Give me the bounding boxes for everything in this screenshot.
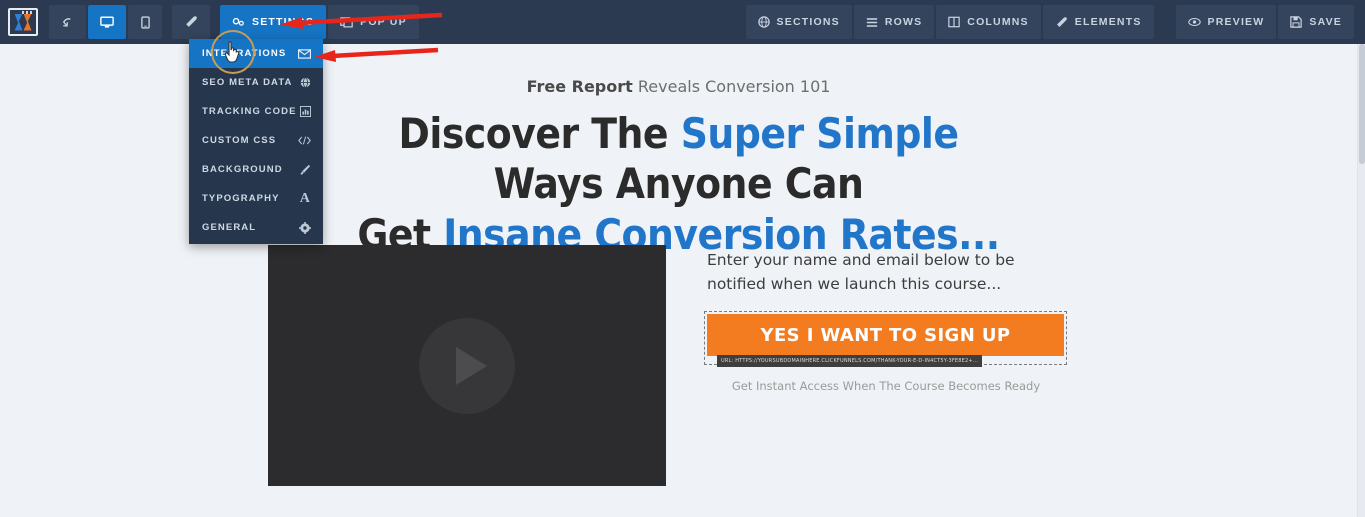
menu-item-seo-meta-data[interactable]: SEO META DATA [189, 68, 323, 97]
bar-chart-icon [300, 106, 311, 117]
sections-button-label: SECTIONS [776, 16, 840, 28]
menu-item-tracking-code[interactable]: TRACKING CODE [189, 97, 323, 126]
preview-button-label: PREVIEW [1207, 16, 1265, 28]
magic-wand-icon [184, 15, 198, 29]
letter-a-icon: A [299, 190, 311, 206]
logo-funnel-blue [14, 13, 23, 31]
columns-icon [948, 16, 961, 28]
menu-item-general[interactable]: GENERAL [189, 213, 323, 242]
logo-container[interactable] [0, 0, 40, 44]
eye-icon [1187, 17, 1201, 27]
desktop-view-button[interactable] [88, 5, 126, 39]
clickfunnels-logo[interactable] [8, 8, 38, 36]
code-icon [298, 135, 311, 146]
magic-wand-button[interactable] [172, 5, 210, 39]
magic-wand-icon [1055, 16, 1068, 29]
video-player[interactable] [268, 245, 666, 486]
menu-item-label: SEO META DATA [202, 77, 293, 88]
save-button[interactable]: SAVE [1278, 5, 1354, 39]
popup-tab[interactable]: POP UP [328, 5, 419, 39]
headline-text: Ways Anyone Can [493, 159, 864, 209]
logo-funnel-orange [23, 13, 32, 31]
globe-icon [757, 16, 770, 28]
columns-button[interactable]: COLUMNS [936, 5, 1041, 39]
sections-button[interactable]: SECTIONS [745, 5, 852, 39]
action-buttons-group: PREVIEW SAVE [1175, 0, 1355, 44]
form-lead-text: Enter your name and email below to be no… [707, 251, 1015, 294]
menu-item-label: BACKGROUND [202, 164, 283, 175]
settings-tab[interactable]: SETTINGS [220, 5, 327, 39]
preheadline-rest: Reveals Conversion 101 [632, 77, 831, 96]
scrollbar-thumb[interactable] [1359, 44, 1365, 164]
rows-button-label: ROWS [884, 16, 923, 28]
settings-dropdown-menu: INTEGRATIONS SEO META DATA TRACKING CODE… [189, 39, 323, 244]
play-triangle-icon [456, 346, 487, 385]
optin-form-column: Enter your name and email below to be no… [704, 248, 1067, 394]
settings-gears-icon [232, 16, 245, 28]
toolbar-right-group: SECTIONS ROWS COLUMNS ELEMENTS PREVIEW S… [737, 0, 1365, 44]
mobile-view-button[interactable] [128, 5, 162, 39]
rows-icon [866, 17, 878, 28]
settings-tab-label: SETTINGS [252, 16, 315, 28]
elements-button-label: ELEMENTS [1074, 16, 1142, 28]
gear-icon [299, 221, 311, 234]
undo-button[interactable] [49, 5, 86, 39]
wand-tool-group [171, 0, 211, 44]
toolbar-divider [1155, 0, 1167, 44]
menu-item-label: TRACKING CODE [202, 106, 297, 117]
cta-container: YES I WANT TO SIGN UP URL: HTTPS://YOURS… [704, 311, 1067, 368]
signup-cta-button[interactable]: YES I WANT TO SIGN UP [707, 314, 1064, 357]
settings-popup-tabs: SETTINGS POP UP [219, 0, 420, 44]
cta-subtext: Get Instant Access When The Course Becom… [731, 379, 1041, 394]
menu-item-typography[interactable]: TYPOGRAPHY A [189, 184, 323, 213]
undo-arrow-icon [61, 16, 74, 29]
builder-buttons-group: SECTIONS ROWS COLUMNS ELEMENTS [745, 0, 1155, 44]
page-scrollbar[interactable] [1357, 44, 1365, 517]
envelope-icon [298, 48, 311, 59]
editor-toolbar: SETTINGS POP UP SECTIONS ROWS COLUMNS EL… [0, 0, 1365, 44]
mobile-icon [140, 15, 150, 29]
popup-icon [340, 16, 353, 28]
rows-button[interactable]: ROWS [853, 5, 935, 39]
menu-item-label: INTEGRATIONS [202, 48, 287, 59]
play-button[interactable] [419, 317, 515, 414]
preview-button[interactable]: PREVIEW [1175, 5, 1277, 39]
menu-item-integrations[interactable]: INTEGRATIONS [189, 39, 323, 68]
popup-tab-label: POP UP [360, 16, 407, 28]
headline-line-1: Discover The Super Simple Ways Anyone Ca… [349, 109, 1009, 210]
headline-text: Discover The [398, 109, 681, 158]
save-button-label: SAVE [1309, 16, 1342, 28]
menu-item-label: CUSTOM CSS [202, 135, 277, 146]
elements-button[interactable]: ELEMENTS [1042, 5, 1154, 39]
globe-icon [300, 77, 311, 88]
save-disk-icon [1290, 16, 1303, 28]
cta-url-tooltip: URL: HTTPS://YOURSUBDOMAINHERE.CLICKFUNN… [717, 355, 983, 368]
menu-item-custom-css[interactable]: CUSTOM CSS [189, 126, 323, 155]
paintbrush-icon [299, 164, 311, 176]
menu-item-background[interactable]: BACKGROUND [189, 155, 323, 184]
desktop-icon [100, 16, 114, 29]
view-tools-group [48, 0, 163, 44]
menu-item-label: TYPOGRAPHY [202, 193, 280, 204]
preheadline-bold: Free Report [526, 77, 633, 96]
headline-highlight: Super Simple [680, 109, 959, 158]
toolbar-left-group: SETTINGS POP UP [0, 0, 420, 44]
menu-item-label: GENERAL [202, 222, 257, 233]
columns-button-label: COLUMNS [967, 16, 1029, 28]
page-headline: Discover The Super Simple Ways Anyone Ca… [349, 109, 1009, 260]
